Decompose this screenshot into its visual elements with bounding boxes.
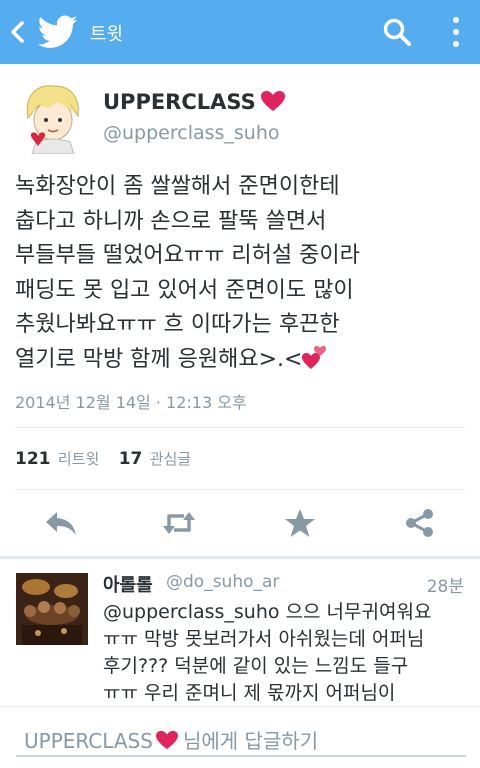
chevron-left-icon[interactable]: [8, 19, 26, 45]
page-title: 트윗: [90, 24, 124, 45]
reply-icon[interactable]: [44, 508, 78, 538]
author-avatar[interactable]: [18, 80, 86, 154]
tweet-text-line: 춥다고 하니까 손으로 팔뚝 쓸면서: [15, 208, 327, 234]
reply-text-line: ㅠㅠ 막방 못보러가서 아쉬웠는데 어퍼님: [103, 628, 425, 650]
author-handle[interactable]: @upperclass_suho: [103, 122, 280, 144]
divider: [15, 489, 465, 490]
tweet-stats: 121 리트윗 17 관심글: [15, 448, 205, 469]
favorite-count[interactable]: 17: [119, 449, 143, 469]
divider: [15, 427, 465, 428]
author-name[interactable]: UPPERCLASS: [103, 90, 286, 114]
reply-author-handle[interactable]: @do_suho_ar: [166, 572, 279, 592]
reply-text: @upperclass_suho 으으 너무귀여워요 ㅠㅠ 막방 못보러가서 아…: [103, 599, 473, 706]
reply-input[interactable]: UPPERCLASS 님에게 답글하기: [16, 717, 466, 757]
tweet-text: 녹화장안이 좀 쌀쌀해서 준면이한테 춥다고 하니까 손으로 팔뚝 쓸면서 부들…: [15, 170, 467, 377]
retweet-icon[interactable]: [162, 508, 196, 538]
reply-text-line: 후기??? 덕분에 같이 있는 느낌도 들구: [103, 655, 409, 677]
retweet-label[interactable]: 리트윗: [58, 450, 99, 468]
tweet-text-line: 부들부들 떨었어요ㅠㅠ 리허설 중이라: [15, 243, 360, 268]
reply-time: 28분: [426, 577, 464, 597]
retweet-count[interactable]: 121: [15, 449, 51, 469]
tweet-action-bar: [0, 496, 480, 550]
share-icon[interactable]: [403, 508, 437, 538]
top-app-bar: 트윗: [0, 0, 480, 64]
tweet-text-line: 추웠나봐요ㅠㅠ 흐 이따가는 후끈한: [15, 312, 340, 337]
favorite-label[interactable]: 관심글: [150, 450, 191, 468]
reply-tweet[interactable]: 아롤롤 @do_suho_ar 28분 @upperclass_suho 으으 …: [0, 556, 480, 706]
reply-author-name[interactable]: 아롤롤: [103, 571, 153, 597]
reply-text-line: ㅠㅠ 우리 준며니 제 몫까지 어퍼님이: [103, 682, 396, 704]
twitter-bird-icon: [38, 15, 78, 48]
favorite-star-icon[interactable]: [283, 508, 317, 538]
search-icon[interactable]: [381, 16, 413, 48]
reply-input-placeholder: UPPERCLASS 님에게 답글하기: [24, 729, 319, 753]
reply-composer: UPPERCLASS 님에게 답글하기: [0, 706, 480, 768]
tweet-text-line: 녹화장안이 좀 쌀쌀해서 준면이한테: [15, 174, 340, 199]
tweet-text-line-last: 열기로 막방 함께 응원해요>.<: [15, 343, 467, 378]
tweet-timestamp: 2014년 12월 14일 · 12:13 오후: [15, 393, 247, 412]
heart-icon: [260, 91, 285, 111]
reply-text-line: @upperclass_suho 으으 너무귀여워요: [103, 601, 432, 623]
overflow-menu-icon[interactable]: [446, 14, 466, 50]
tweet-text-line: 패딩도 못 입고 있어서 준면이도 많이: [15, 277, 354, 303]
two-hearts-emoji-icon: [302, 345, 327, 369]
heart-icon: [156, 730, 178, 750]
reply-avatar[interactable]: [16, 573, 88, 645]
